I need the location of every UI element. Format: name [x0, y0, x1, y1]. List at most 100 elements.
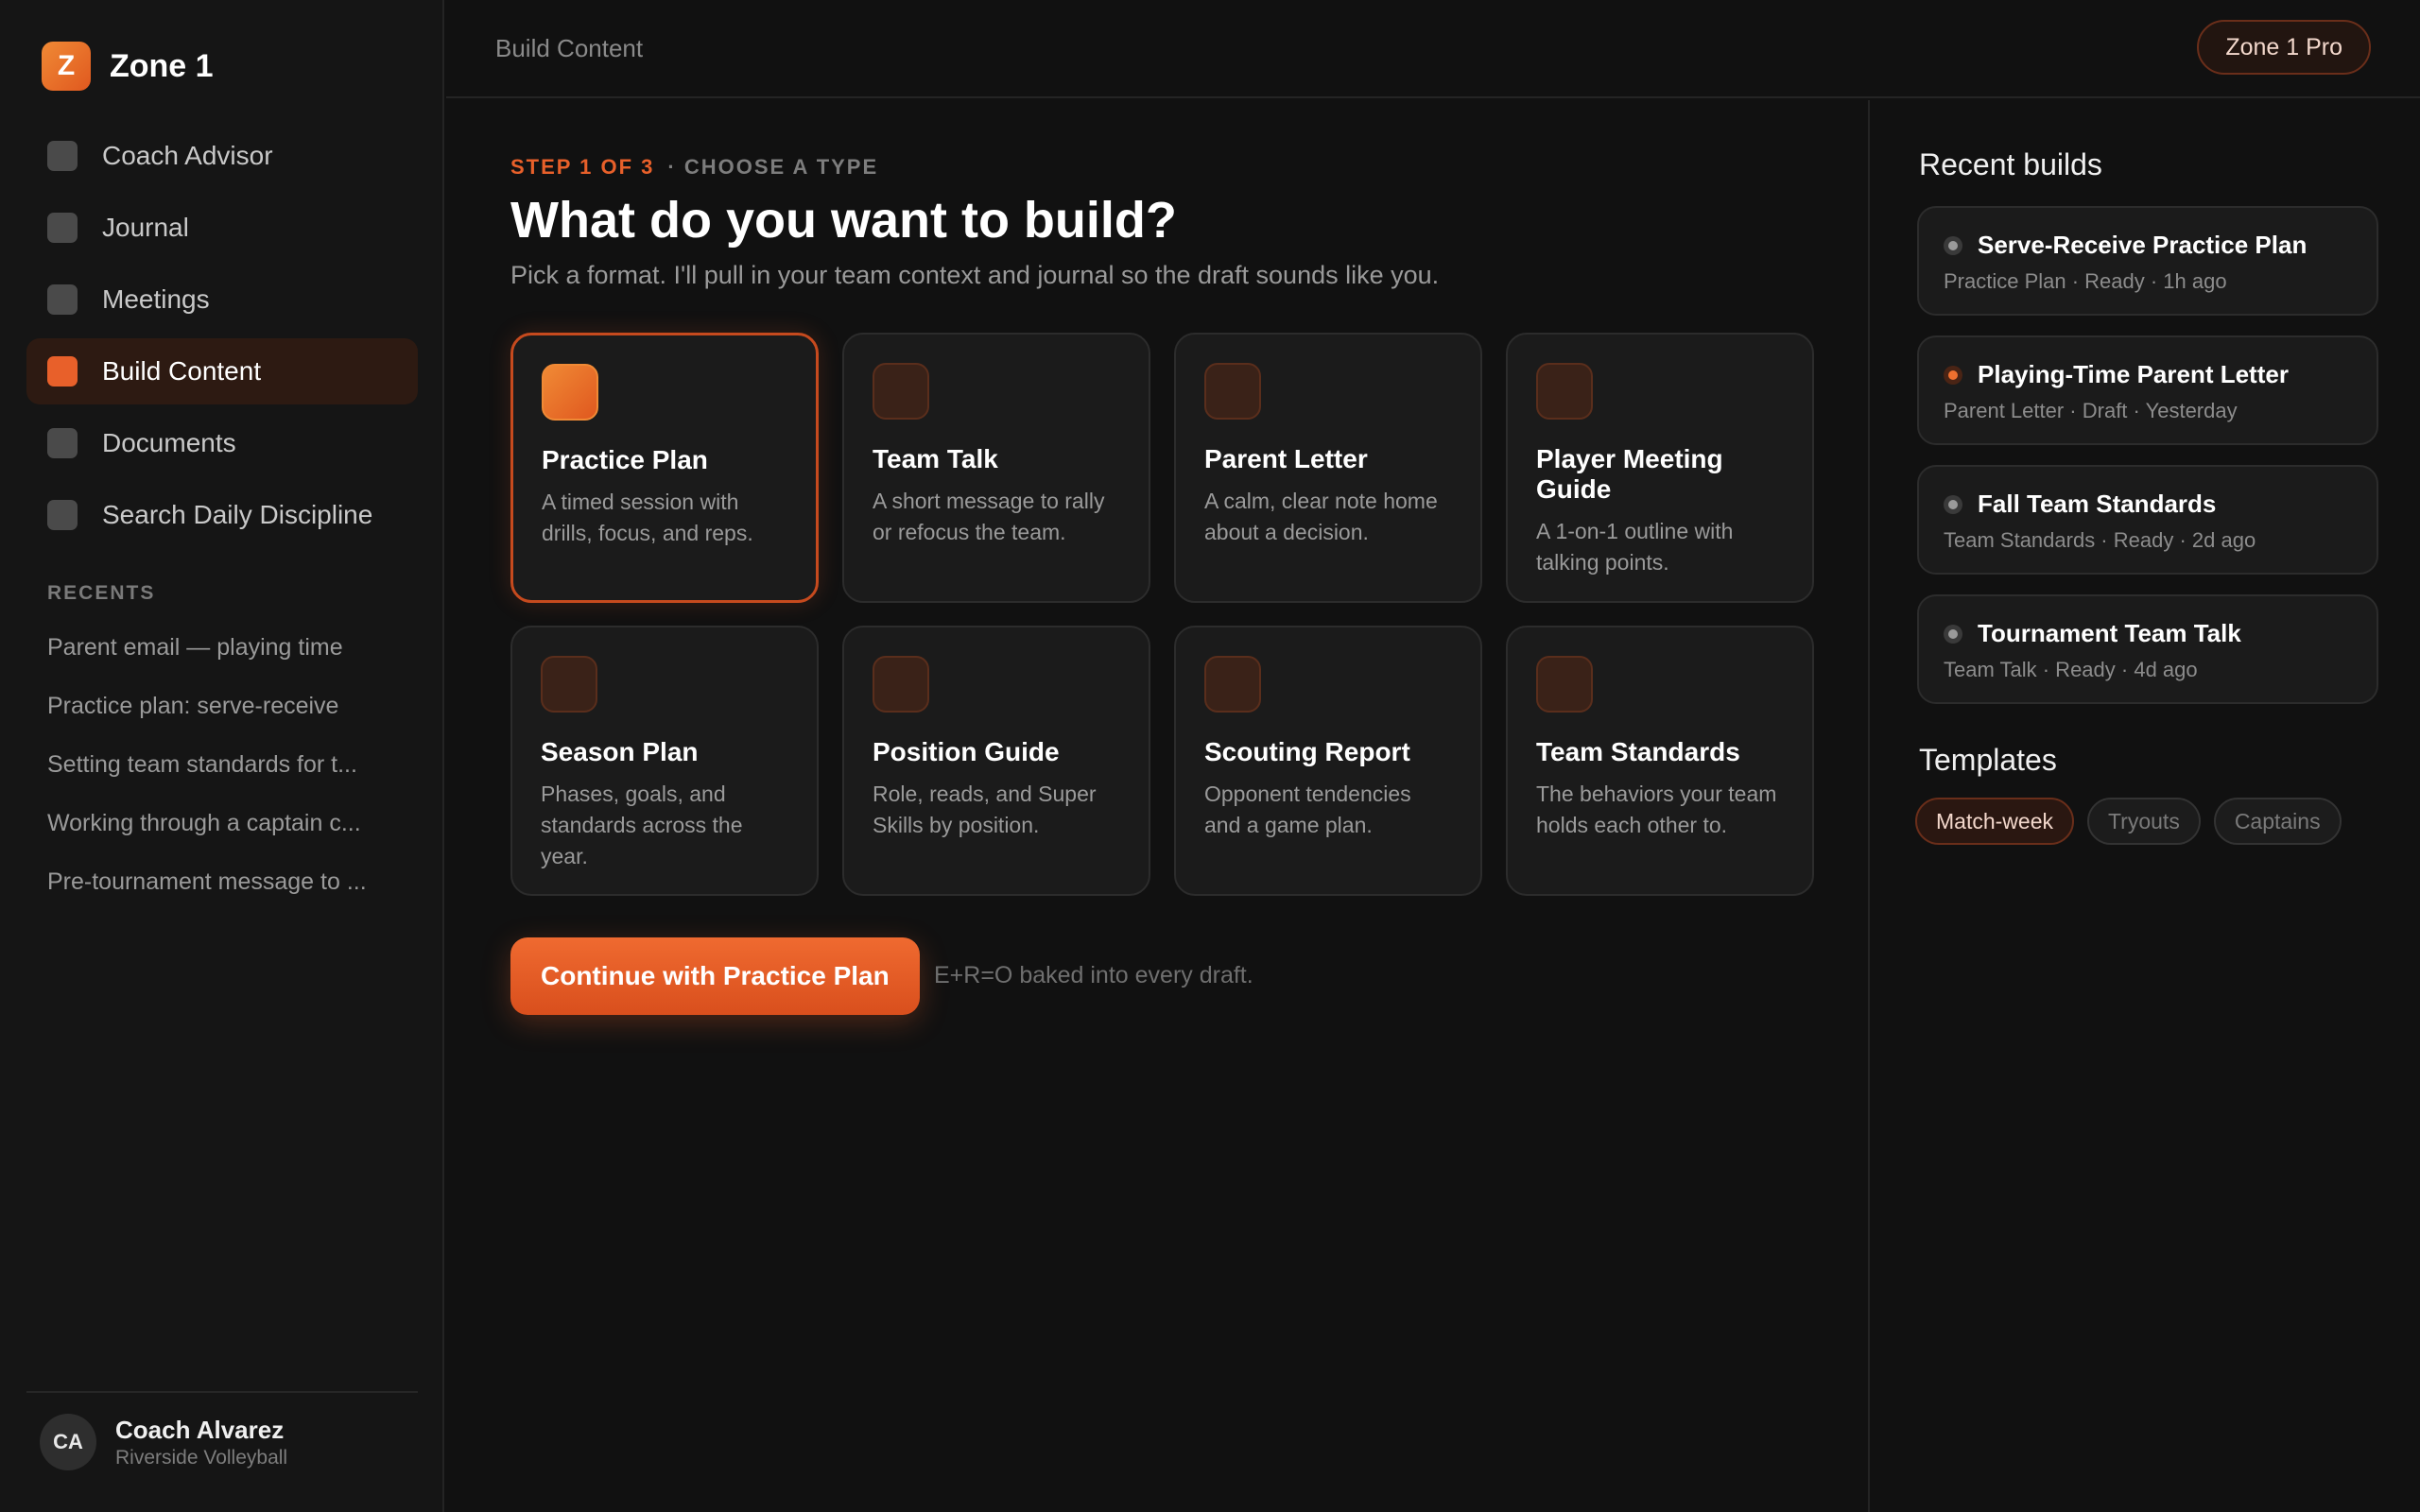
step-subtitle: · CHOOSE A TYPE — [667, 155, 879, 179]
card-scouting-report[interactable]: Scouting Report Opponent tendencies and … — [1174, 626, 1482, 896]
recent-item[interactable]: Setting team standards for t... — [47, 741, 406, 799]
practice-plan-icon — [542, 364, 598, 421]
recent-item[interactable]: Practice plan: serve-receive — [47, 682, 406, 741]
status-draft-icon — [1944, 365, 1962, 385]
user-team: Riverside Volleyball — [115, 1446, 288, 1469]
main-subheading: Pick a format. I'll pull in your team co… — [510, 261, 1440, 289]
right-panel: Recent builds Serve-Receive Practice Pla… — [1872, 100, 2420, 1512]
brand-logo-icon: Z — [42, 42, 91, 91]
scouting-report-icon — [1204, 656, 1261, 713]
card-description: Phases, goals, and standards across the … — [541, 782, 743, 868]
card-description: A calm, clear note home about a decision… — [1204, 489, 1438, 544]
card-title: Parent Letter — [1204, 444, 1368, 473]
continue-button[interactable]: Continue with Practice Plan — [510, 937, 920, 1015]
card-description: A short message to rally or refocus the … — [873, 489, 1105, 544]
template-chip-captains[interactable]: Captains — [2213, 798, 2342, 845]
build-title: Playing-Time Parent Letter — [1978, 360, 2289, 388]
card-season-plan[interactable]: Season Plan Phases, goals, and standards… — [510, 626, 819, 896]
main-heading: What do you want to build? — [510, 192, 1177, 249]
card-description: The behaviors your team holds each other… — [1536, 782, 1777, 837]
build-item[interactable]: Tournament Team Talk Team Talk · Ready ·… — [1917, 594, 2378, 704]
sidebar-item-coach-advisor[interactable]: Coach Advisor — [26, 123, 418, 189]
build-title: Fall Team Standards — [1978, 490, 2217, 518]
search-daily-discipline-icon — [47, 500, 78, 530]
sidebar-item-label: Search Daily Discipline — [102, 500, 373, 529]
card-parent-letter[interactable]: Parent Letter A calm, clear note home ab… — [1174, 333, 1482, 603]
status-ready-icon — [1944, 494, 1962, 514]
recent-builds-list: Serve-Receive Practice Plan Practice Pla… — [1917, 206, 2378, 724]
recents-heading: RECENTS — [47, 582, 156, 604]
card-description: A timed session with drills, focus, and … — [542, 490, 753, 545]
card-position-guide[interactable]: Position Guide Role, reads, and Super Sk… — [842, 626, 1150, 896]
player-meeting-guide-icon — [1536, 363, 1593, 420]
build-title: Serve-Receive Practice Plan — [1978, 231, 2308, 259]
status-ready-icon — [1944, 624, 1962, 644]
sidebar-item-documents[interactable]: Documents — [26, 410, 418, 476]
sidebar-item-build-content[interactable]: Build Content — [26, 338, 418, 404]
top-bar: Build Content Zone 1 Pro — [446, 0, 2420, 98]
brand-name: Zone 1 — [110, 47, 214, 84]
meetings-icon — [47, 284, 78, 315]
card-title: Player Meeting Guide — [1536, 444, 1723, 504]
coach-advisor-icon — [47, 141, 78, 171]
sidebar-item-label: Build Content — [102, 356, 262, 386]
card-player-meeting-guide[interactable]: Player Meeting Guide A 1-on-1 outline wi… — [1506, 333, 1814, 603]
template-chip-tryouts[interactable]: Tryouts — [2086, 798, 2201, 845]
page-title: Build Content — [495, 34, 644, 62]
build-meta: Parent Letter · Draft · Yesterday — [1944, 399, 2238, 422]
user-profile[interactable]: CA Coach Alvarez Riverside Volleyball — [26, 1391, 418, 1470]
recent-builds-heading: Recent builds — [1919, 147, 2102, 181]
templates-heading: Templates — [1919, 743, 2057, 777]
recent-item[interactable]: Working through a captain c... — [47, 799, 406, 858]
recent-item[interactable]: Pre-tournament message to ... — [47, 858, 406, 917]
card-description: Opponent tendencies and a game plan. — [1204, 782, 1411, 837]
build-content-icon — [47, 356, 78, 387]
pro-badge-button[interactable]: Zone 1 Pro — [2197, 20, 2371, 75]
build-meta: Team Standards · Ready · 2d ago — [1944, 528, 2256, 552]
season-plan-icon — [541, 656, 597, 713]
template-chip-match-week[interactable]: Match-week — [1915, 798, 2074, 845]
card-team-talk[interactable]: Team Talk A short message to rally or re… — [842, 333, 1150, 603]
card-title: Team Standards — [1536, 737, 1740, 766]
card-practice-plan[interactable]: Practice Plan A timed session with drill… — [510, 333, 819, 603]
team-standards-icon — [1536, 656, 1593, 713]
card-title: Team Talk — [873, 444, 998, 473]
step-number: STEP 1 OF 3 — [510, 155, 655, 179]
card-team-standards[interactable]: Team Standards The behaviors your team h… — [1506, 626, 1814, 896]
sidebar-item-label: Journal — [102, 213, 189, 242]
build-item[interactable]: Playing-Time Parent Letter Parent Letter… — [1917, 335, 2378, 445]
card-title: Position Guide — [873, 737, 1060, 766]
build-item[interactable]: Serve-Receive Practice Plan Practice Pla… — [1917, 206, 2378, 316]
card-description: Role, reads, and Super Skills by positio… — [873, 782, 1097, 837]
avatar: CA — [40, 1414, 96, 1470]
card-title: Scouting Report — [1204, 737, 1410, 766]
sidebar-item-label: Documents — [102, 428, 236, 457]
build-meta: Team Talk · Ready · 4d ago — [1944, 658, 2198, 681]
sidebar-item-journal[interactable]: Journal — [26, 195, 418, 261]
status-ready-icon — [1944, 235, 1962, 255]
sidebar-item-meetings[interactable]: Meetings — [26, 266, 418, 333]
sidebar-item-label: Coach Advisor — [102, 141, 273, 170]
step-indicator: STEP 1 OF 3 · CHOOSE A TYPE — [510, 155, 878, 180]
position-guide-icon — [873, 656, 929, 713]
sidebar: Z Zone 1 Coach Advisor Journal Meetings … — [0, 0, 444, 1512]
templates-chips: Match-week Tryouts Captains — [1915, 798, 2355, 845]
recents-list: Parent email — playing time Practice pla… — [47, 624, 406, 917]
build-item[interactable]: Fall Team Standards Team Standards · Rea… — [1917, 465, 2378, 575]
sidebar-nav: Coach Advisor Journal Meetings Build Con… — [26, 123, 418, 554]
team-talk-icon — [873, 363, 929, 420]
build-meta: Practice Plan · Ready · 1h ago — [1944, 269, 2227, 293]
main-content: STEP 1 OF 3 · CHOOSE A TYPE What do you w… — [446, 100, 1870, 1512]
card-title: Practice Plan — [542, 445, 708, 474]
user-name: Coach Alvarez — [115, 1415, 285, 1444]
parent-letter-icon — [1204, 363, 1261, 420]
journal-icon — [47, 213, 78, 243]
brand[interactable]: Z Zone 1 — [42, 42, 214, 91]
card-title: Season Plan — [541, 737, 699, 766]
build-title: Tournament Team Talk — [1978, 619, 2241, 647]
continue-hint: E+R=O baked into every draft. — [934, 962, 1253, 988]
documents-icon — [47, 428, 78, 458]
sidebar-item-search-daily-discipline[interactable]: Search Daily Discipline — [26, 482, 418, 548]
recent-item[interactable]: Parent email — playing time — [47, 624, 406, 682]
sidebar-item-label: Meetings — [102, 284, 210, 314]
